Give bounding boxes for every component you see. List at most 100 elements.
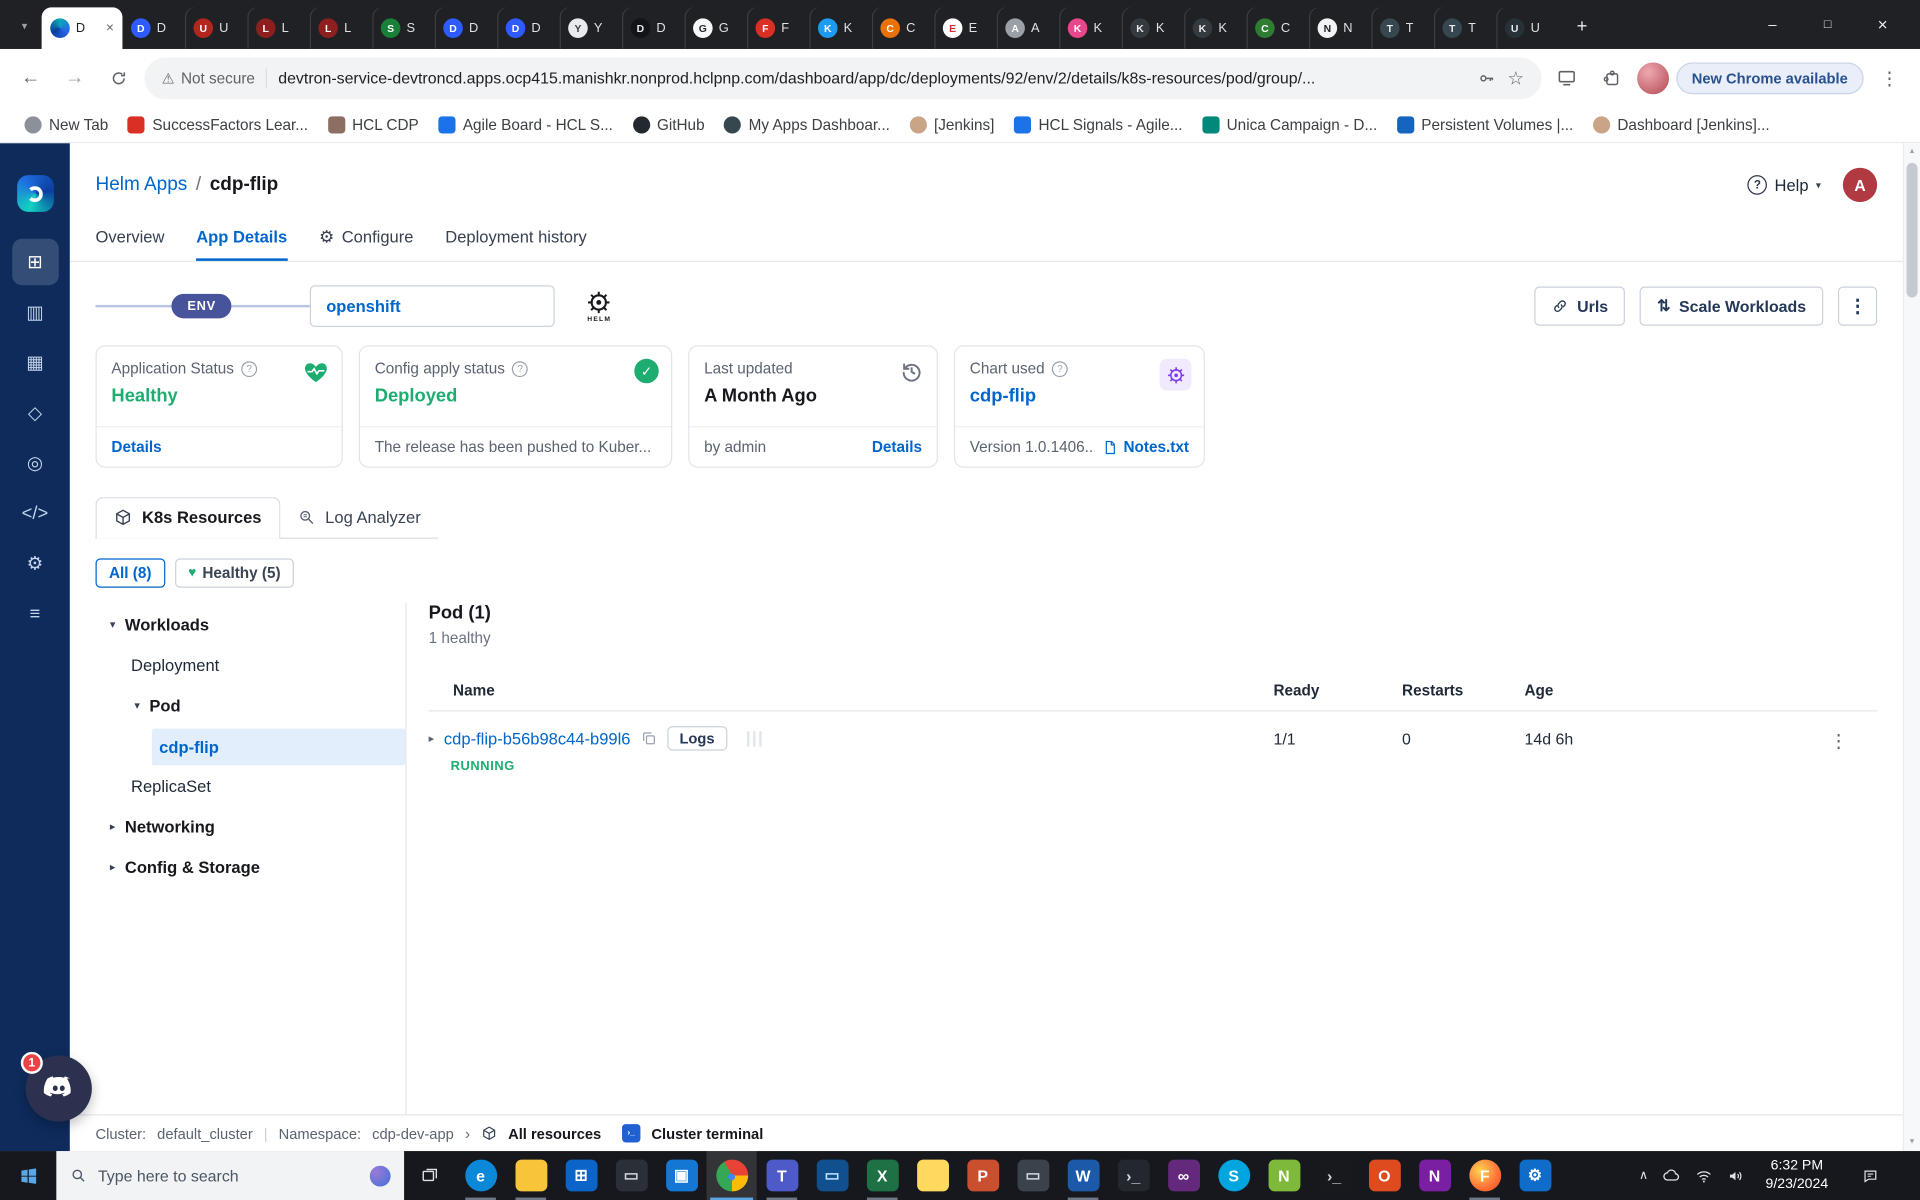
task-view-button[interactable]	[404, 1151, 455, 1200]
urls-button[interactable]: Urls	[1534, 286, 1626, 326]
breadcrumb-parent-link[interactable]: Helm Apps	[96, 174, 188, 196]
bookmark-item[interactable]: [Jenkins]	[900, 112, 1005, 136]
taskbar-app[interactable]: e	[456, 1151, 506, 1200]
bookmark-item[interactable]: SuccessFactors Lear...	[118, 112, 318, 136]
taskbar-app[interactable]: ›_	[1108, 1151, 1158, 1200]
taskbar-clock[interactable]: 6:32 PM 9/23/2024	[1758, 1157, 1835, 1194]
copy-icon[interactable]	[640, 730, 657, 747]
devtron-logo[interactable]	[16, 175, 54, 212]
taskbar-app[interactable]: ∞	[1158, 1151, 1208, 1200]
browser-profile-avatar[interactable]	[1636, 61, 1669, 94]
window-maximize-button[interactable]	[1800, 0, 1855, 49]
browser-tab[interactable]: T T	[1434, 7, 1496, 49]
taskbar-app[interactable]: F	[1460, 1151, 1510, 1200]
taskbar-app[interactable]	[506, 1151, 556, 1200]
browser-tab[interactable]: D D	[122, 7, 184, 49]
action-center-icon[interactable]	[1849, 1166, 1891, 1184]
chrome-update-button[interactable]: New Chrome available	[1675, 61, 1864, 94]
taskbar-app[interactable]: T	[757, 1151, 807, 1200]
tree-item[interactable]: Deployment	[96, 645, 406, 685]
question-icon[interactable]	[241, 360, 258, 377]
scroll-up-arrow[interactable]	[1904, 143, 1920, 160]
start-button[interactable]	[0, 1151, 56, 1200]
browser-tab[interactable]: L L	[310, 7, 372, 49]
bookmark-item[interactable]: HCL CDP	[318, 112, 429, 136]
pod-name-link[interactable]: cdp-flip-b56b98c44-b99l6	[444, 729, 631, 747]
browser-tab[interactable]: S S	[372, 7, 434, 49]
browser-tab[interactable]: K K	[809, 7, 871, 49]
browser-tab[interactable]: L L	[247, 7, 309, 49]
tab-overview[interactable]: Overview	[96, 219, 165, 261]
environment-select[interactable]: openshift	[310, 285, 556, 327]
bookmark-star-icon[interactable]	[1508, 67, 1524, 89]
tab-app-details[interactable]: App Details	[196, 219, 287, 261]
tree-item[interactable]: ▸ Networking	[96, 807, 406, 847]
sidebar-item[interactable]: ≡	[12, 590, 59, 637]
taskbar-app[interactable]: ▭	[807, 1151, 857, 1200]
browser-tab[interactable]: A A	[997, 7, 1059, 49]
scrollbar-thumb[interactable]	[1906, 162, 1918, 298]
bookmark-item[interactable]: GitHub	[623, 112, 715, 136]
cluster-terminal-link[interactable]: Cluster terminal	[651, 1125, 763, 1142]
browser-tab[interactable]: T T	[1371, 7, 1433, 49]
browser-tab[interactable]: K K	[1184, 7, 1246, 49]
address-bar[interactable]: Not secure devtron-service-devtroncd.app…	[144, 56, 1542, 99]
forward-button[interactable]	[56, 59, 93, 96]
discord-widget-button[interactable]: 1	[20, 1051, 92, 1122]
bookmark-item[interactable]: My Apps Dashboar...	[714, 112, 899, 136]
scroll-down-arrow[interactable]	[1904, 1134, 1920, 1151]
tree-item[interactable]: ▸ Config & Storage	[96, 847, 406, 887]
tab-search-button[interactable]	[10, 10, 39, 42]
network-icon[interactable]	[1694, 1166, 1712, 1184]
tree-item[interactable]: ReplicaSet	[96, 767, 406, 807]
tab-close-icon[interactable]	[106, 21, 114, 36]
taskbar-app[interactable]: X	[857, 1151, 907, 1200]
tab-deployment-history[interactable]: Deployment history	[445, 219, 587, 261]
row-menu-icon[interactable]	[1829, 726, 1847, 752]
taskbar-app[interactable]: P	[958, 1151, 1008, 1200]
sidebar-item[interactable]: ◇	[12, 389, 59, 436]
tab-log-analyzer[interactable]: Log Analyzer	[280, 497, 438, 537]
window-minimize-button[interactable]	[1745, 0, 1800, 49]
browser-tab[interactable]: G G	[684, 7, 746, 49]
browser-tab[interactable]: D D	[622, 7, 684, 49]
bookmark-item[interactable]: Persistent Volumes |...	[1387, 112, 1583, 136]
new-tab-button[interactable]	[1566, 10, 1598, 42]
filter-all[interactable]: All (8)	[95, 558, 165, 588]
filter-healthy[interactable]: Healthy (5)	[174, 558, 295, 588]
row-expand-icon[interactable]	[429, 732, 435, 745]
user-avatar[interactable]: A	[1842, 167, 1878, 203]
more-actions-button[interactable]	[1837, 286, 1878, 326]
taskbar-app[interactable]	[907, 1151, 957, 1200]
taskbar-app[interactable]: N	[1409, 1151, 1459, 1200]
tree-item[interactable]: ▾ Pod	[96, 686, 406, 726]
details-link[interactable]: Details	[111, 438, 161, 455]
search-highlights-icon[interactable]	[369, 1165, 391, 1186]
sidebar-item[interactable]: ▦	[12, 339, 59, 386]
sidebar-item[interactable]: </>	[12, 490, 59, 537]
taskbar-app[interactable]: ▣	[656, 1151, 706, 1200]
chart-name-link[interactable]: cdp-flip	[970, 386, 1189, 407]
page-scrollbar[interactable]	[1902, 143, 1920, 1152]
refresh-button[interactable]	[100, 59, 137, 96]
taskbar-app[interactable]: ›_	[1309, 1151, 1359, 1200]
sidebar-item[interactable]: ⊞	[11, 238, 59, 286]
sidebar-item[interactable]: ▥	[12, 289, 59, 336]
active-browser-tab[interactable]: D	[41, 7, 123, 49]
bookmark-item[interactable]: Unica Campaign - D...	[1192, 112, 1387, 136]
sidebar-item[interactable]: ◎	[12, 440, 59, 487]
taskbar-app[interactable]: ▭	[606, 1151, 656, 1200]
bookmark-item[interactable]: Agile Board - HCL S...	[429, 112, 623, 136]
browser-tab[interactable]: Y Y	[560, 7, 622, 49]
tray-expand-icon[interactable]	[1639, 1169, 1648, 1182]
bookmark-item[interactable]: HCL Signals - Agile...	[1004, 112, 1192, 136]
taskbar-app[interactable]: W	[1058, 1151, 1108, 1200]
taskbar-search[interactable]: Type here to search	[56, 1151, 405, 1200]
taskbar-app[interactable]: ⚙	[1510, 1151, 1560, 1200]
details-link[interactable]: Details	[872, 438, 922, 455]
taskbar-app[interactable]: ⊞	[556, 1151, 606, 1200]
question-icon[interactable]	[1052, 360, 1068, 377]
sidebar-item[interactable]: ⚙	[12, 540, 59, 587]
onedrive-cloud-icon[interactable]	[1661, 1166, 1681, 1186]
browser-tab[interactable]: K K	[1122, 7, 1184, 49]
